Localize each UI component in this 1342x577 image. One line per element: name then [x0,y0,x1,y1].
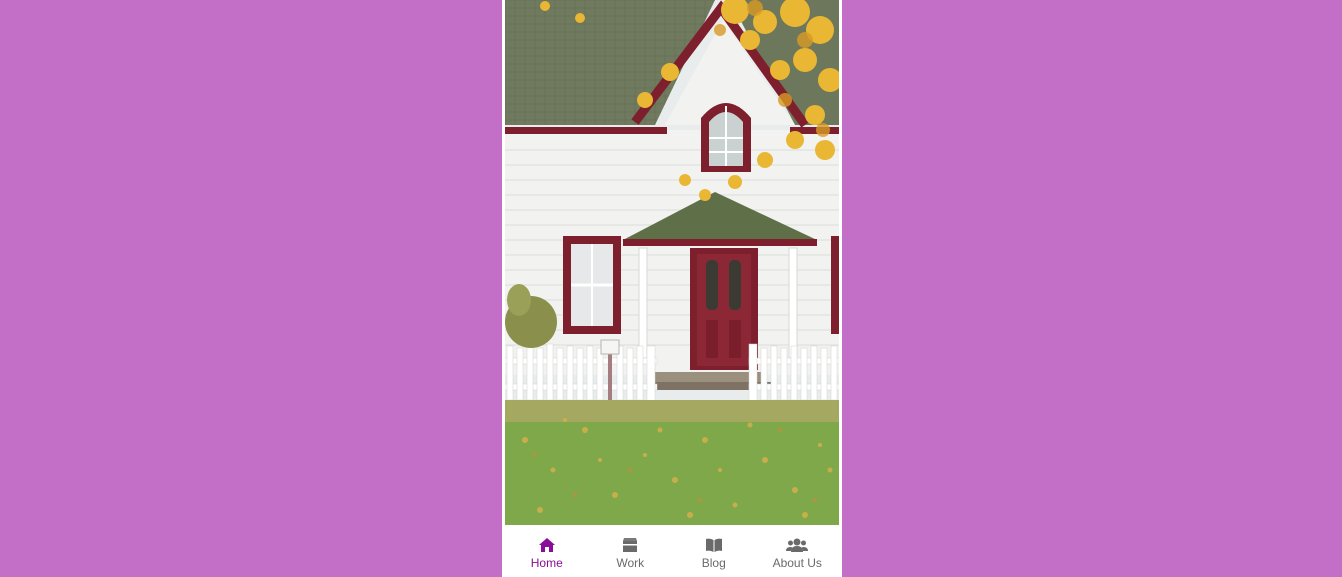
nav-label-work: Work [616,556,645,570]
briefcase-icon [623,538,638,552]
page-background: Home Work Blog About Us [0,0,1342,577]
nav-item-blog[interactable]: Blog [672,525,756,577]
hero-image [505,0,839,525]
home-icon [538,538,555,552]
mobile-frame: Home Work Blog About Us [502,0,842,577]
users-icon [786,538,809,552]
nav-item-about-us[interactable]: About Us [756,525,840,577]
house-photo [505,0,839,525]
nav-label-blog: Blog [701,556,726,570]
nav-label-home: Home [530,556,563,570]
bottom-navigation: Home Work Blog About Us [505,525,839,577]
book-icon [705,538,722,552]
nav-item-work[interactable]: Work [589,525,673,577]
nav-item-home[interactable]: Home [505,525,589,577]
nav-label-about-us: About Us [772,556,822,570]
